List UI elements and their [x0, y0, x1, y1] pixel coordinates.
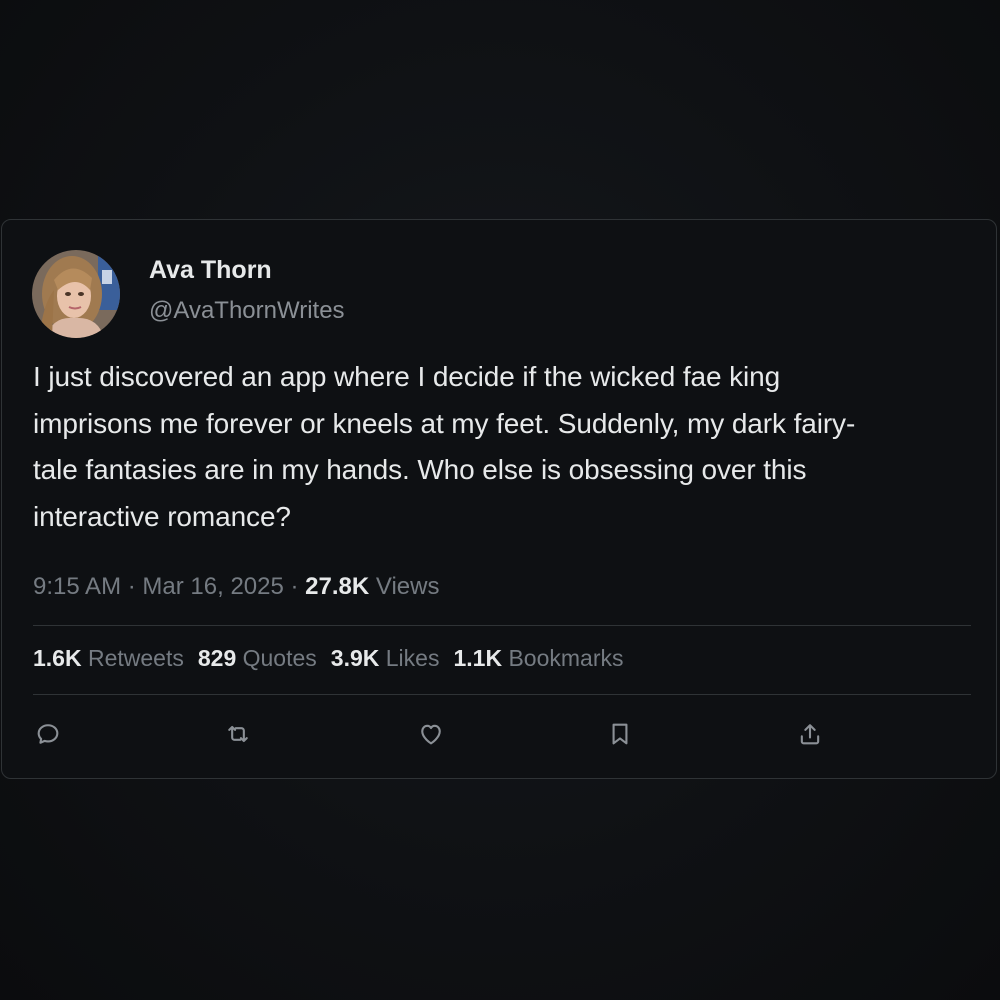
meta-separator: ·: [290, 573, 299, 600]
likes-label: Likes: [385, 645, 440, 671]
tweet-text-line: I just discovered an app where I decide …: [33, 361, 781, 392]
quotes-stat[interactable]: 829 Quotes: [198, 645, 317, 671]
tweet-date[interactable]: Mar 16, 2025: [142, 573, 283, 600]
views-label: Views: [375, 573, 440, 600]
tweet-time[interactable]: 9:15 AM: [33, 573, 121, 600]
bookmarks-count: 1.1K: [453, 645, 503, 671]
bookmark-icon: [612, 723, 628, 745]
retweets-stat[interactable]: 1.6K Retweets: [33, 645, 184, 671]
bookmarks-label: Bookmarks: [508, 645, 624, 671]
bookmark-button[interactable]: [604, 718, 636, 750]
share-icon: [800, 724, 820, 745]
likes-count: 3.9K: [330, 645, 380, 671]
tweet-text-line: tale fantasies are in my hands. Who else…: [33, 454, 807, 485]
share-button[interactable]: [794, 718, 826, 750]
likes-stat[interactable]: 3.9K Likes: [331, 645, 440, 671]
page-background: Ava Thorn @AvaThornWrites I just discove…: [0, 0, 1000, 1000]
tweet-card[interactable]: Ava Thorn @AvaThornWrites I just discove…: [1, 219, 997, 779]
quotes-count: 829: [197, 645, 237, 671]
reply-button[interactable]: [32, 718, 64, 750]
quotes-label: Quotes: [242, 645, 317, 671]
author-handle[interactable]: @AvaThornWrites: [149, 297, 345, 325]
tweet-text: I just discovered an app where I decide …: [33, 354, 978, 540]
views-count: 27.8K: [305, 573, 370, 600]
engagement-stats: 1.6K Retweets 829 Quotes 3.9K Likes 1.1K Bo…: [33, 645, 638, 672]
meta-separator: ·: [127, 573, 136, 600]
retweet-icon: [228, 725, 248, 743]
divider: [33, 625, 971, 626]
like-button[interactable]: [415, 718, 447, 750]
retweets-count: 1.6K: [33, 645, 82, 671]
tweet-text-line: imprisons me forever or kneels at my fee…: [33, 407, 856, 439]
retweet-button[interactable]: [222, 718, 254, 750]
reply-icon: [37, 724, 59, 744]
tweet-meta: 9:15 AM · Mar 16, 2025 · 27.8K Views: [33, 573, 439, 601]
retweets-label: Retweets: [87, 645, 184, 671]
avatar[interactable]: [32, 250, 120, 338]
tweet-text-line: interactive romance?: [33, 500, 291, 532]
like-icon: [421, 724, 441, 745]
divider: [33, 694, 971, 695]
avatar-photo: [32, 250, 120, 338]
author-display-name[interactable]: Ava Thorn: [149, 256, 272, 285]
bookmarks-stat[interactable]: 1.1K Bookmarks: [453, 645, 623, 671]
